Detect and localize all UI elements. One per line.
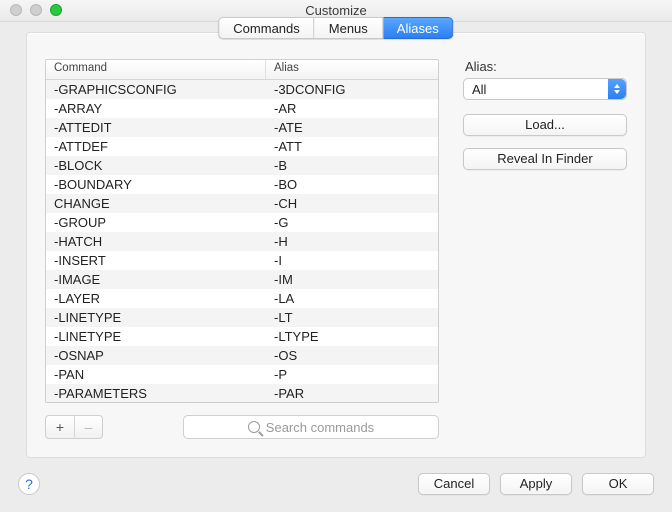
table-row[interactable]: -PARAMETERS-PAR: [46, 384, 438, 402]
cell-command: -IMAGE: [46, 270, 266, 289]
cell-alias: -ATE: [266, 118, 438, 137]
cell-command: -ARRAY: [46, 99, 266, 118]
cell-alias: -OS: [266, 346, 438, 365]
add-button[interactable]: +: [46, 416, 74, 438]
cell-command: -GROUP: [46, 213, 266, 232]
cell-command: -ATTDEF: [46, 137, 266, 156]
search-placeholder: Search commands: [266, 420, 374, 435]
aliases-table: Command Alias -GRAPHICSCONFIG-3DCONFIG-A…: [45, 59, 439, 403]
table-row[interactable]: -GRAPHICSCONFIG-3DCONFIG: [46, 80, 438, 99]
table-row[interactable]: -ATTDEF-ATT: [46, 137, 438, 156]
tab-menus[interactable]: Menus: [315, 17, 383, 39]
cell-alias: -P: [266, 365, 438, 384]
apply-button[interactable]: Apply: [500, 473, 572, 495]
table-row[interactable]: -PAN-P: [46, 365, 438, 384]
cell-command: -BLOCK: [46, 156, 266, 175]
tab-commands[interactable]: Commands: [218, 17, 314, 39]
add-remove-group: + –: [45, 415, 103, 439]
cell-alias: -LT: [266, 308, 438, 327]
load-button[interactable]: Load...: [463, 114, 627, 136]
column-header-command[interactable]: Command: [46, 60, 266, 79]
cell-command: -PARAMETERS: [46, 384, 266, 402]
table-row[interactable]: -OSNAP-OS: [46, 346, 438, 365]
reveal-in-finder-button[interactable]: Reveal In Finder: [463, 148, 627, 170]
cell-alias: -BO: [266, 175, 438, 194]
cell-alias: -IM: [266, 270, 438, 289]
alias-select[interactable]: All: [463, 78, 627, 100]
cell-alias: -CH: [266, 194, 438, 213]
cell-alias: -AR: [266, 99, 438, 118]
chevron-updown-icon: [608, 79, 626, 99]
side-panel: Alias: All Load... Reveal In Finder: [463, 59, 627, 182]
cell-alias: -PAR: [266, 384, 438, 402]
table-row[interactable]: -IMAGE-IM: [46, 270, 438, 289]
cell-alias: -ATT: [266, 137, 438, 156]
cell-command: -PAN: [46, 365, 266, 384]
cell-command: -OSNAP: [46, 346, 266, 365]
table-row[interactable]: CHANGE-CH: [46, 194, 438, 213]
content-panel: CommandsMenusAliases Command Alias -GRAP…: [26, 32, 646, 458]
close-window-icon[interactable]: [10, 4, 22, 16]
ok-button[interactable]: OK: [582, 473, 654, 495]
cell-alias: -3DCONFIG: [266, 80, 438, 99]
cell-command: -LINETYPE: [46, 308, 266, 327]
cell-command: -GRAPHICSCONFIG: [46, 80, 266, 99]
window-title: Customize: [305, 3, 366, 18]
cell-alias: -B: [266, 156, 438, 175]
remove-button[interactable]: –: [74, 416, 102, 438]
cell-command: -LINETYPE: [46, 327, 266, 346]
cell-command: -BOUNDARY: [46, 175, 266, 194]
column-header-alias[interactable]: Alias: [266, 60, 438, 79]
cell-command: -INSERT: [46, 251, 266, 270]
cell-alias: -G: [266, 213, 438, 232]
dialog-footer: ? Cancel Apply OK: [0, 464, 672, 512]
alias-label: Alias:: [463, 59, 627, 74]
aliases-table-body[interactable]: -GRAPHICSCONFIG-3DCONFIG-ARRAY-AR-ATTEDI…: [46, 80, 438, 402]
minimize-window-icon[interactable]: [30, 4, 42, 16]
table-row[interactable]: -LINETYPE-LTYPE: [46, 327, 438, 346]
tab-aliases[interactable]: Aliases: [383, 17, 454, 39]
table-row[interactable]: -BLOCK-B: [46, 156, 438, 175]
zoom-window-icon[interactable]: [50, 4, 62, 16]
cell-alias: -H: [266, 232, 438, 251]
alias-select-value: All: [472, 82, 486, 97]
table-row[interactable]: -ATTEDIT-ATE: [46, 118, 438, 137]
cell-command: CHANGE: [46, 194, 266, 213]
cell-alias: -LA: [266, 289, 438, 308]
table-row[interactable]: -BOUNDARY-BO: [46, 175, 438, 194]
table-row[interactable]: -LINETYPE-LT: [46, 308, 438, 327]
search-commands-input[interactable]: Search commands: [183, 415, 439, 439]
cell-command: -LAYER: [46, 289, 266, 308]
table-row[interactable]: -ARRAY-AR: [46, 99, 438, 118]
table-row[interactable]: -INSERT-I: [46, 251, 438, 270]
help-button[interactable]: ?: [18, 473, 40, 495]
table-row[interactable]: -GROUP-G: [46, 213, 438, 232]
view-tabs: CommandsMenusAliases: [218, 17, 453, 39]
table-row[interactable]: -LAYER-LA: [46, 289, 438, 308]
cancel-button[interactable]: Cancel: [418, 473, 490, 495]
cell-command: -ATTEDIT: [46, 118, 266, 137]
search-icon: [248, 421, 260, 433]
cell-alias: -LTYPE: [266, 327, 438, 346]
cell-command: -HATCH: [46, 232, 266, 251]
cell-alias: -I: [266, 251, 438, 270]
table-row[interactable]: -HATCH-H: [46, 232, 438, 251]
